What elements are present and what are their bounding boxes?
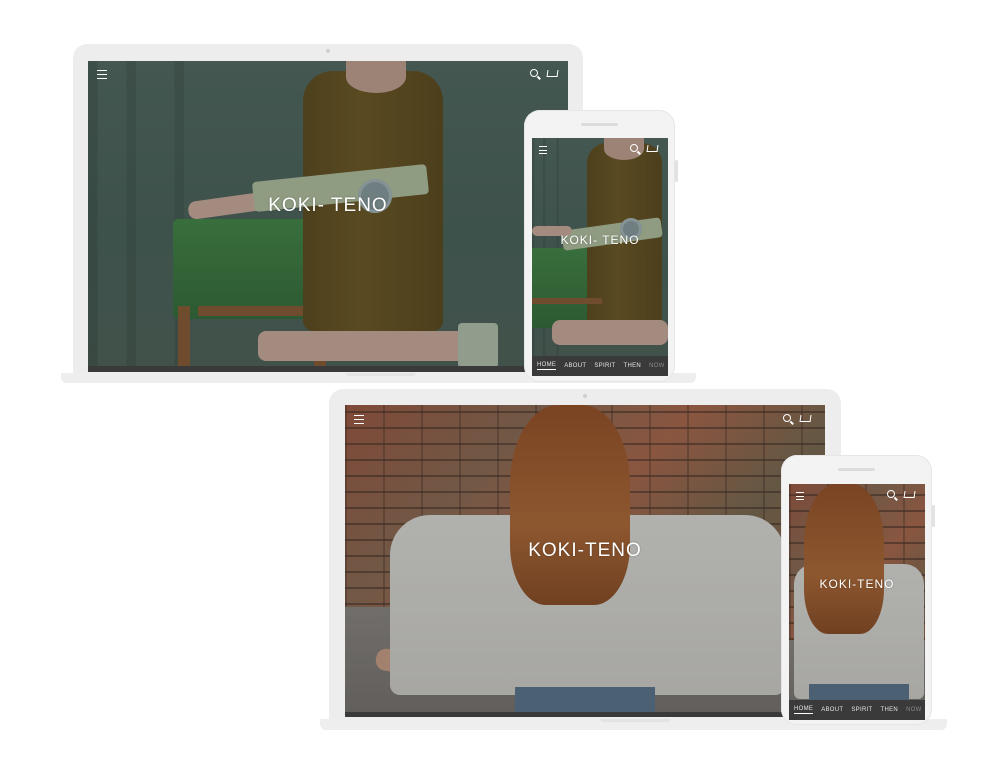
nav-about[interactable]: ABOUT	[564, 363, 586, 369]
phone-speaker	[838, 468, 875, 471]
brand-title: KOKI- TENO	[560, 233, 640, 247]
cart-icon[interactable]	[799, 415, 812, 422]
nav-then[interactable]: THEN	[881, 707, 899, 713]
laptop-camera	[583, 394, 587, 398]
cart-icon[interactable]	[903, 491, 916, 498]
phone-screen: KOKI-TENO HOME ABOUT SPIRIT THEN NOW	[789, 484, 925, 720]
phone-speaker	[581, 123, 618, 126]
cart-icon[interactable]	[546, 70, 559, 77]
bottom-strip	[345, 712, 825, 717]
header-actions	[777, 413, 812, 425]
search-icon[interactable]	[886, 490, 895, 498]
cart-icon[interactable]	[646, 145, 659, 152]
search-icon[interactable]	[782, 414, 791, 422]
nav-spirit[interactable]: SPIRIT	[851, 707, 872, 713]
laptop-screen: KOKI-TENO	[345, 405, 825, 717]
nav-home[interactable]: HOME	[794, 706, 814, 714]
laptop-camera	[326, 49, 330, 53]
nav-spirit[interactable]: SPIRIT	[594, 363, 615, 369]
phone-mockup-bottom: KOKI-TENO HOME ABOUT SPIRIT THEN NOW	[781, 455, 935, 725]
header-actions	[524, 68, 559, 80]
brand-title: KOKI-TENO	[819, 577, 895, 591]
phone-screen: KOKI- TENO HOME ABOUT SPIRIT THEN NOW	[532, 138, 668, 376]
menu-icon[interactable]	[354, 415, 364, 424]
brand-title: KOKI-TENO	[528, 540, 642, 561]
bottom-strip	[88, 366, 568, 372]
header-actions	[881, 489, 916, 501]
menu-icon[interactable]	[796, 492, 804, 500]
nav-now[interactable]: NOW	[649, 363, 665, 369]
nav-now[interactable]: NOW	[906, 707, 922, 713]
phone-mockup-top: KOKI- TENO HOME ABOUT SPIRIT THEN NOW	[524, 110, 678, 382]
nav-bar: HOME ABOUT SPIRIT THEN NOW	[789, 700, 925, 720]
search-icon[interactable]	[629, 144, 638, 152]
nav-then[interactable]: THEN	[624, 363, 642, 369]
search-icon[interactable]	[529, 69, 538, 77]
menu-icon[interactable]	[539, 146, 547, 154]
brand-title: KOKI- TENO	[268, 195, 388, 216]
menu-icon[interactable]	[97, 70, 107, 79]
laptop-screen: KOKI- TENO	[88, 61, 568, 372]
nav-home[interactable]: HOME	[537, 362, 557, 370]
nav-bar: HOME ABOUT SPIRIT THEN NOW	[532, 356, 668, 376]
header-actions	[624, 143, 659, 155]
nav-about[interactable]: ABOUT	[821, 707, 843, 713]
